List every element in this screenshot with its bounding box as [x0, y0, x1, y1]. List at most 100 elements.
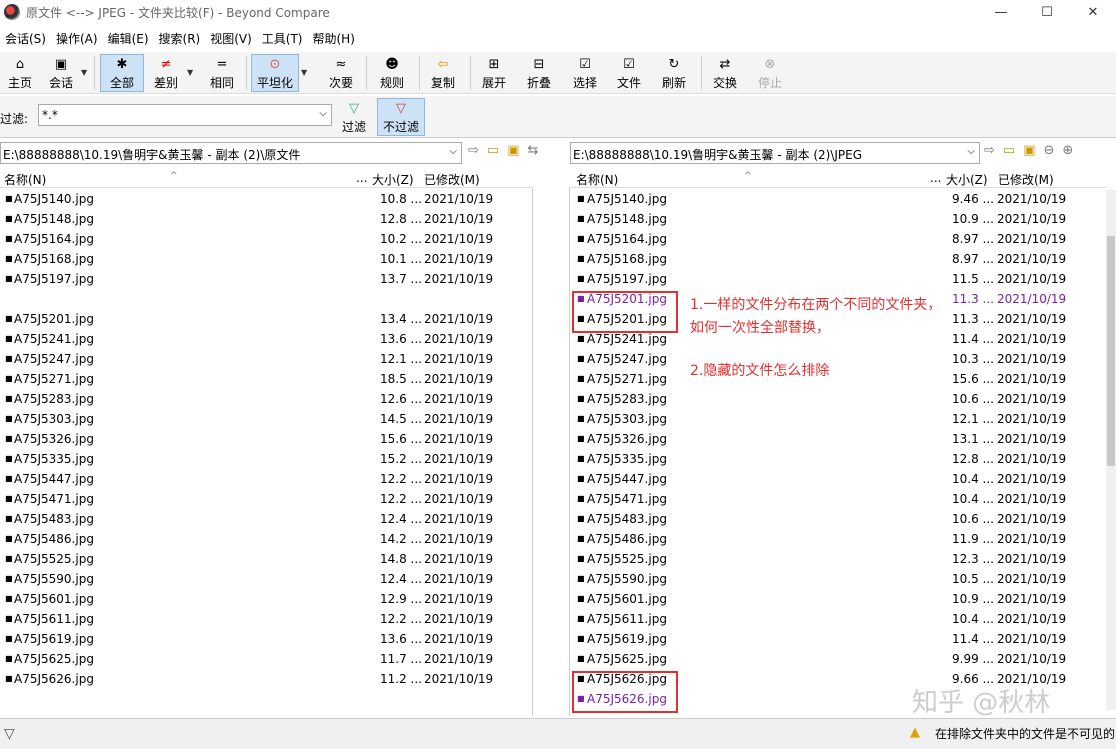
folder-up-icon[interactable]: ▣	[1023, 143, 1035, 158]
menu-session[interactable]: 会话(S)	[0, 30, 51, 47]
home-button[interactable]: ⌂ 主页	[4, 54, 36, 92]
table-row[interactable]: ■ A75J5483.jpg 12.4 ... 2021/10/19	[0, 510, 532, 530]
table-row[interactable]: ■ A75J5626.jpg 11.2 ... 2021/10/19	[0, 670, 532, 690]
differences-dropdown-icon[interactable]: ▼	[187, 68, 193, 77]
table-row[interactable]: ■ A75J5471.jpg 10.4 ... 2021/10/19	[570, 490, 1106, 510]
table-row[interactable]: ■ A75J5525.jpg 12.3 ... 2021/10/19	[570, 550, 1106, 570]
pane-menu-icon[interactable]: ⇨	[984, 143, 995, 158]
left-col-name[interactable]: 名称(N)	[4, 171, 46, 188]
table-row[interactable]: ■ A75J5164.jpg 8.97 ... 2021/10/19	[570, 230, 1106, 250]
session-button[interactable]: ▣ 会话	[44, 54, 78, 92]
table-row[interactable]: ■ A75J5326.jpg 15.6 ... 2021/10/19	[0, 430, 532, 450]
show-same-button[interactable]: = 相同	[206, 54, 238, 92]
table-row[interactable]: ■ A75J5611.jpg 10.4 ... 2021/10/19	[570, 610, 1106, 630]
close-icon[interactable]: ✕	[1070, 0, 1116, 24]
chevron-down-icon[interactable]: ⌵	[967, 146, 975, 157]
right-col-size[interactable]: 大小(Z)	[946, 171, 988, 188]
right-col-modified[interactable]: 已修改(M)	[998, 171, 1054, 188]
show-all-button[interactable]: ✱ 全部	[100, 54, 144, 92]
swap-button[interactable]: ⇄ 交换	[709, 54, 741, 92]
table-row[interactable]: ■ A75J5164.jpg 10.2 ... 2021/10/19	[0, 230, 532, 250]
table-row[interactable]: ■ A75J5619.jpg 11.4 ... 2021/10/19	[570, 630, 1106, 650]
scrollbar-thumb[interactable]	[1107, 236, 1115, 466]
table-row[interactable]: ■ A75J5601.jpg 10.9 ... 2021/10/19	[570, 590, 1106, 610]
table-row[interactable]: ■ A75J5483.jpg 10.6 ... 2021/10/19	[570, 510, 1106, 530]
menu-edit[interactable]: 编辑(E)	[103, 30, 154, 47]
table-row[interactable]: ■ A75J5247.jpg 10.3 ... 2021/10/19	[570, 350, 1106, 370]
menu-actions[interactable]: 操作(A)	[51, 30, 103, 47]
table-row[interactable]: ■ A75J5140.jpg 9.46 ... 2021/10/19	[570, 190, 1106, 210]
table-row[interactable]: ■ A75J5283.jpg 12.6 ... 2021/10/19	[0, 390, 532, 410]
right-scrollbar[interactable]	[1106, 190, 1116, 710]
chevron-down-icon[interactable]: ⌵	[449, 146, 457, 157]
table-row[interactable]: ■ A75J5201.jpg 13.4 ... 2021/10/19	[0, 310, 532, 330]
table-row[interactable]: ■ A75J5486.jpg 14.2 ... 2021/10/19	[0, 530, 532, 550]
copy-button[interactable]: ⇦ 复制	[427, 54, 459, 92]
stop-button[interactable]: ⊗ 停止	[754, 54, 786, 92]
forward-icon[interactable]: ⊕	[1062, 143, 1073, 158]
table-row[interactable]: ■ A75J5335.jpg 15.2 ... 2021/10/19	[0, 450, 532, 470]
no-filter-button[interactable]: ▽ 不过滤	[377, 98, 425, 136]
table-row[interactable]: ■ A75J5168.jpg 10.1 ... 2021/10/19	[0, 250, 532, 270]
table-row[interactable]: ■ A75J5619.jpg 13.6 ... 2021/10/19	[0, 630, 532, 650]
menu-search[interactable]: 搜索(R)	[154, 30, 206, 47]
table-row[interactable]: ■ A75J5447.jpg 12.2 ... 2021/10/19	[0, 470, 532, 490]
table-row[interactable]: ■ A75J5303.jpg 12.1 ... 2021/10/19	[570, 410, 1106, 430]
right-path-input[interactable]: E:\88888888\10.19\鲁明宇&黄玉馨 - 副本 (2)\JPEG …	[570, 142, 980, 164]
table-row[interactable]: ■ A75J5168.jpg 8.97 ... 2021/10/19	[570, 250, 1106, 270]
chevron-down-icon[interactable]: ⌵	[319, 108, 327, 119]
table-row[interactable]: ■ A75J5140.jpg 10.8 ... 2021/10/19	[0, 190, 532, 210]
table-row[interactable]: ■ A75J5241.jpg 11.4 ... 2021/10/19	[570, 330, 1106, 350]
table-row[interactable]: ■ A75J5241.jpg 13.6 ... 2021/10/19	[0, 330, 532, 350]
flatten-dropdown-icon[interactable]: ▼	[301, 68, 307, 77]
table-row[interactable]	[0, 290, 532, 310]
table-row[interactable]: ■ A75J5447.jpg 10.4 ... 2021/10/19	[570, 470, 1106, 490]
right-col-name[interactable]: 名称(N)	[576, 171, 618, 188]
table-row[interactable]: ■ A75J5283.jpg 10.6 ... 2021/10/19	[570, 390, 1106, 410]
table-row[interactable]: ■ A75J5486.jpg 11.9 ... 2021/10/19	[570, 530, 1106, 550]
table-row[interactable]: ■ A75J5590.jpg 12.4 ... 2021/10/19	[0, 570, 532, 590]
table-row[interactable]: ■ A75J5148.jpg 12.8 ... 2021/10/19	[0, 210, 532, 230]
folder-open-icon[interactable]: ▭	[487, 143, 499, 158]
maximize-icon[interactable]: ☐	[1024, 0, 1070, 24]
select-button[interactable]: ☑ 选择	[569, 54, 601, 92]
table-row[interactable]: ■ A75J5247.jpg 12.1 ... 2021/10/19	[0, 350, 532, 370]
menu-help[interactable]: 帮助(H)	[308, 30, 360, 47]
filter-button[interactable]: ▽ 过滤	[339, 98, 369, 136]
menu-tools[interactable]: 工具(T)	[257, 30, 308, 47]
flatten-button[interactable]: ⊙ 平坦化	[251, 54, 299, 92]
table-row[interactable]: ■ A75J5197.jpg 11.5 ... 2021/10/19	[570, 270, 1106, 290]
menu-view[interactable]: 视图(V)	[205, 30, 257, 47]
table-row[interactable]: ■ A75J5148.jpg 10.9 ... 2021/10/19	[570, 210, 1106, 230]
table-row[interactable]: ■ A75J5326.jpg 13.1 ... 2021/10/19	[570, 430, 1106, 450]
left-path-input[interactable]: E:\88888888\10.19\鲁明宇&黄玉馨 - 副本 (2)\原文件 ⌵	[0, 142, 462, 164]
expand-button[interactable]: ⊞ 展开	[478, 54, 510, 92]
files-button[interactable]: ☑ 文件	[613, 54, 645, 92]
table-row[interactable]: ■ A75J5625.jpg 9.99 ... 2021/10/19	[570, 650, 1106, 670]
back-icon[interactable]: ⊖	[1044, 143, 1055, 158]
minor-button[interactable]: ≈ 次要	[326, 54, 356, 92]
table-row[interactable]: ■ A75J5197.jpg 13.7 ... 2021/10/19	[0, 270, 532, 290]
table-row[interactable]: ■ A75J5303.jpg 14.5 ... 2021/10/19	[0, 410, 532, 430]
table-row[interactable]: ■ A75J5590.jpg 10.5 ... 2021/10/19	[570, 570, 1106, 590]
folder-up-icon[interactable]: ▣	[507, 143, 519, 158]
swap-sides-icon[interactable]: ⇆	[528, 143, 539, 158]
folder-open-icon[interactable]: ▭	[1003, 143, 1015, 158]
show-differences-button[interactable]: ≠ 差别	[150, 54, 182, 92]
filter-input[interactable]: *.* ⌵	[38, 104, 332, 126]
table-row[interactable]: ■ A75J5335.jpg 12.8 ... 2021/10/19	[570, 450, 1106, 470]
minimize-icon[interactable]: —	[978, 0, 1024, 24]
session-dropdown-icon[interactable]: ▼	[81, 68, 87, 77]
pane-menu-icon[interactable]: ⇨	[468, 143, 479, 158]
table-row[interactable]: ■ A75J5471.jpg 12.2 ... 2021/10/19	[0, 490, 532, 510]
refresh-button[interactable]: ↻ 刷新	[658, 54, 690, 92]
table-row[interactable]: ■ A75J5271.jpg 18.5 ... 2021/10/19	[0, 370, 532, 390]
left-col-modified[interactable]: 已修改(M)	[424, 171, 480, 188]
table-row[interactable]: ■ A75J5525.jpg 14.8 ... 2021/10/19	[0, 550, 532, 570]
table-row[interactable]: ■ A75J5625.jpg 11.7 ... 2021/10/19	[0, 650, 532, 670]
collapse-button[interactable]: ⊟ 折叠	[523, 54, 555, 92]
rules-button[interactable]: ☻ 规则	[377, 54, 407, 92]
table-row[interactable]: ■ A75J5271.jpg 15.6 ... 2021/10/19	[570, 370, 1106, 390]
left-col-size[interactable]: 大小(Z)	[372, 171, 414, 188]
table-row[interactable]: ■ A75J5611.jpg 12.2 ... 2021/10/19	[0, 610, 532, 630]
